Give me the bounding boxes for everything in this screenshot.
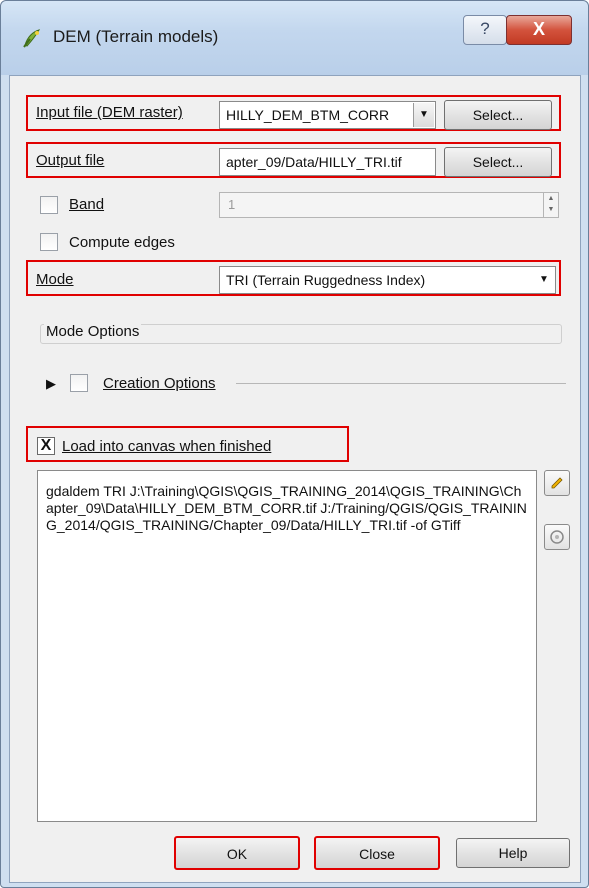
close-button[interactable]: Close (314, 836, 440, 870)
window-title: DEM (Terrain models) (53, 27, 219, 46)
load-canvas-checkbox[interactable]: X (37, 437, 55, 455)
input-file-combo[interactable]: HILLY_DEM_BTM_CORR ▼ (219, 101, 436, 129)
band-checkbox[interactable] (40, 196, 58, 214)
title-bar[interactable]: DEM (Terrain models) ? X (1, 1, 588, 75)
load-canvas-label: Load into canvas when finished (62, 438, 272, 455)
dialog-window: DEM (Terrain models) ? X Input file (DEM… (0, 0, 589, 888)
compute-edges-label: Compute edges (69, 234, 175, 251)
input-file-value: HILLY_DEM_BTM_CORR (226, 107, 390, 123)
pencil-icon[interactable] (544, 470, 570, 496)
mode-value: TRI (Terrain Ruggedness Index) (226, 272, 426, 288)
help-button[interactable]: Help (456, 838, 570, 868)
band-spinbox[interactable]: 1 ▲ ▼ (219, 192, 559, 218)
creation-options-checkbox[interactable] (70, 374, 88, 392)
chevron-down-icon[interactable]: ▼ (413, 103, 434, 127)
command-textbox[interactable]: gdaldem TRI J:\Training\QGIS\QGIS_TRAINI… (37, 470, 537, 822)
creation-options-divider (236, 383, 566, 384)
mode-combo[interactable]: TRI (Terrain Ruggedness Index) ▼ (219, 266, 556, 294)
compute-edges-checkbox[interactable] (40, 233, 58, 251)
input-file-label: Input file (DEM raster) (36, 104, 183, 121)
mode-options-label: Mode Options (44, 323, 142, 340)
chevron-down-icon[interactable]: ▼ (534, 268, 554, 292)
dialog-body: Input file (DEM raster) HILLY_DEM_BTM_CO… (9, 75, 581, 883)
ok-button[interactable]: OK (174, 836, 300, 870)
mode-label: Mode (36, 271, 74, 288)
triangle-right-icon[interactable]: ▶ (46, 376, 56, 392)
band-label: Band (69, 196, 105, 213)
spin-arrows-icon[interactable]: ▲ ▼ (543, 193, 558, 217)
band-value: 1 (228, 197, 236, 212)
qgis-icon (23, 29, 41, 48)
title-close-button[interactable]: X (506, 15, 572, 45)
output-select-button[interactable]: Select... (444, 147, 552, 177)
output-file-field[interactable]: apter_09/Data/HILLY_TRI.tif (219, 148, 436, 176)
reset-icon[interactable] (544, 524, 570, 550)
creation-options-label: Creation Options (103, 375, 216, 392)
input-select-button[interactable]: Select... (444, 100, 552, 130)
output-file-label: Output file (36, 152, 105, 169)
title-help-button[interactable]: ? (463, 15, 507, 45)
